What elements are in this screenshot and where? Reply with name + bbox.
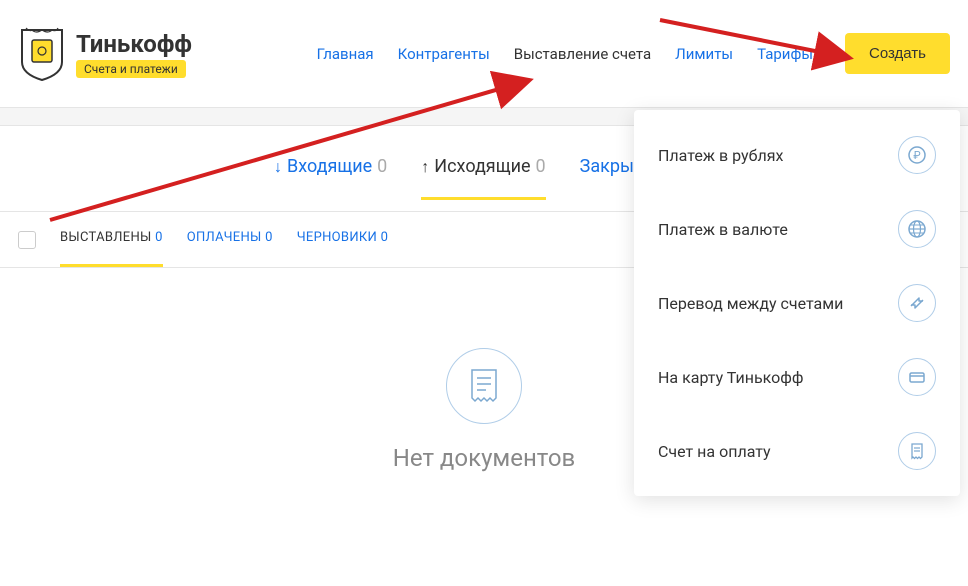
select-all-checkbox[interactable] [18,231,36,249]
nav-limits[interactable]: Лимиты [675,45,733,63]
dropdown-to-card[interactable]: На карту Тинькофф [634,340,960,414]
create-button[interactable]: Создать [845,33,950,74]
subtab-issued-label: ВЫСТАВЛЕНЫ [60,230,152,245]
dropdown-payment-currency-label: Платеж в валюте [658,220,788,239]
nav-contractors[interactable]: Контрагенты [398,45,490,63]
ruble-icon: ₽ [898,136,936,174]
arrow-up-icon: ↑ [421,157,429,177]
dropdown-to-card-label: На карту Тинькофф [658,368,803,387]
nav-home[interactable]: Главная [317,45,374,63]
subtab-issued-count: 0 [155,230,163,245]
dropdown-transfer-label: Перевод между счетами [658,294,843,313]
subtab-issued[interactable]: ВЫСТАВЛЕНЫ 0 [60,230,163,249]
card-icon [898,358,936,396]
dropdown-payment-rub-label: Платеж в рублях [658,146,783,165]
logo[interactable]: Тинькофф Счета и платежи [18,26,192,82]
dropdown-payment-currency[interactable]: Платеж в валюте [634,192,960,266]
dropdown-transfer[interactable]: Перевод между счетами [634,266,960,340]
tab-incoming-count: 0 [377,156,387,177]
subtab-drafts-count: 0 [381,230,389,245]
tab-incoming[interactable]: ↓ Входящие 0 [274,156,387,199]
top-nav: Главная Контрагенты Выставление счета Ли… [317,33,950,74]
create-dropdown: Платеж в рублях ₽ Платеж в валюте Перево… [634,110,960,496]
logo-title: Тинькофф [76,30,192,58]
receipt-icon [446,348,522,424]
tab-incoming-label: Входящие [287,156,372,177]
dropdown-invoice[interactable]: Счет на оплату [634,414,960,488]
globe-icon [898,210,936,248]
subtab-drafts-label: ЧЕРНОВИКИ [297,230,377,245]
invoice-icon [898,432,936,470]
header: Тинькофф Счета и платежи Главная Контраг… [0,0,968,108]
transfer-icon [898,284,936,322]
dropdown-payment-rub[interactable]: Платеж в рублях ₽ [634,118,960,192]
arrow-down-icon: ↓ [274,157,282,177]
tab-outgoing[interactable]: ↑ Исходящие 0 [421,156,545,199]
svg-text:₽: ₽ [913,149,920,162]
nav-tariffs[interactable]: Тарифы [757,45,813,63]
logo-shield-icon [18,26,66,82]
subtab-drafts[interactable]: ЧЕРНОВИКИ 0 [297,230,389,249]
tab-outgoing-count: 0 [536,156,546,177]
dropdown-invoice-label: Счет на оплату [658,442,771,461]
subtab-paid-label: ОПЛАЧЕНЫ [187,230,262,245]
tab-outgoing-label: Исходящие [434,156,530,177]
subtab-paid[interactable]: ОПЛАЧЕНЫ 0 [187,230,273,249]
subtab-paid-count: 0 [265,230,273,245]
nav-invoicing[interactable]: Выставление счета [514,45,651,63]
logo-badge: Счета и платежи [76,60,186,78]
